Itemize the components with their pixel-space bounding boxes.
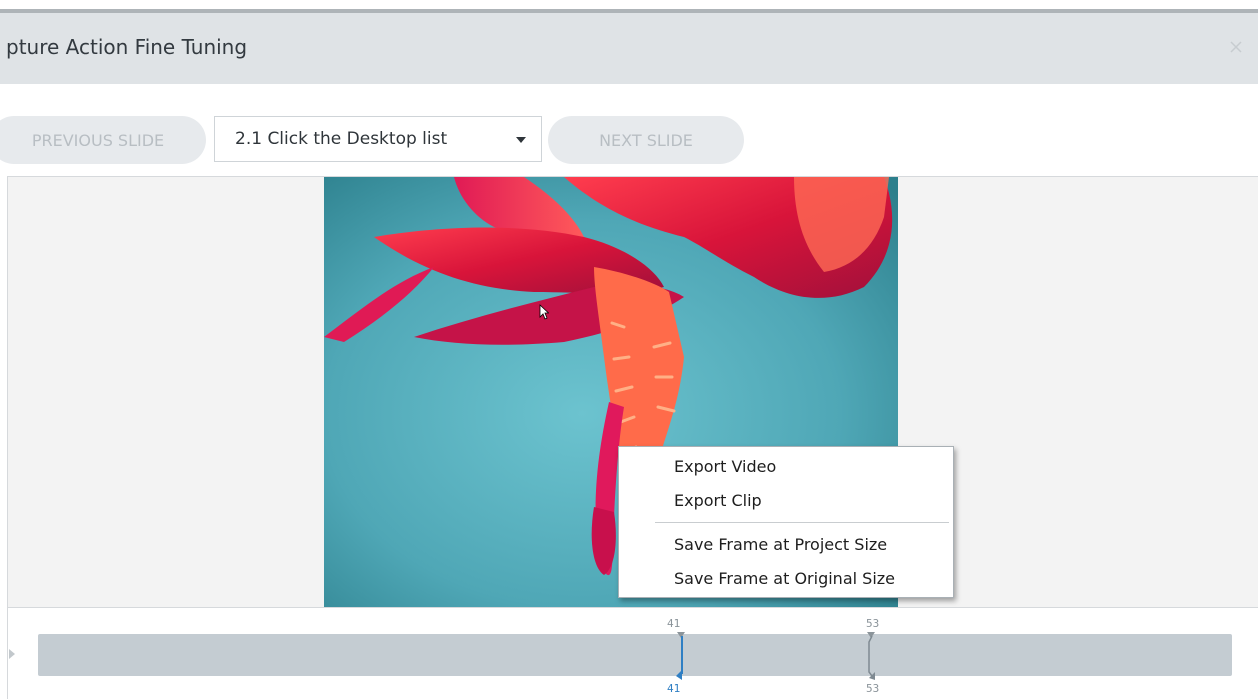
slide-select-value: 2.1 Click the Desktop list	[235, 129, 448, 149]
menu-item-export-video[interactable]: Export Video	[674, 457, 776, 476]
close-icon[interactable]	[1228, 39, 1244, 55]
menu-separator	[655, 522, 949, 523]
menu-item-save-frame-original-size[interactable]: Save Frame at Original Size	[674, 569, 895, 588]
dialog-title: pture Action Fine Tuning	[6, 35, 248, 59]
mouse-cursor-icon	[539, 304, 549, 320]
end-marker[interactable]	[865, 632, 879, 680]
chevron-down-icon	[516, 137, 526, 143]
next-slide-button[interactable]: NEXT SLIDE	[548, 116, 744, 164]
playhead-current-label: 41	[667, 682, 681, 695]
playhead-marker[interactable]	[675, 632, 689, 680]
slide-select-dropdown[interactable]: 2.1 Click the Desktop list	[214, 116, 542, 162]
timeline-track[interactable]	[38, 634, 1232, 676]
next-slide-label: NEXT SLIDE	[599, 130, 693, 150]
end-marker-bottom-label: 53	[866, 682, 880, 695]
end-marker-top-label: 53	[866, 617, 880, 630]
previous-slide-button[interactable]: PREVIOUS SLIDE	[0, 116, 206, 164]
dialog-titlebar: pture Action Fine Tuning	[0, 13, 1258, 84]
menu-item-save-frame-project-size[interactable]: Save Frame at Project Size	[674, 535, 887, 554]
menu-item-export-clip[interactable]: Export Clip	[674, 491, 762, 510]
window-top-strip	[0, 0, 1258, 9]
context-menu: Export Video Export Clip Save Frame at P…	[618, 446, 954, 598]
playhead-start-label: 41	[667, 617, 681, 630]
previous-slide-label: PREVIOUS SLIDE	[31, 130, 165, 150]
play-icon[interactable]	[8, 648, 16, 660]
